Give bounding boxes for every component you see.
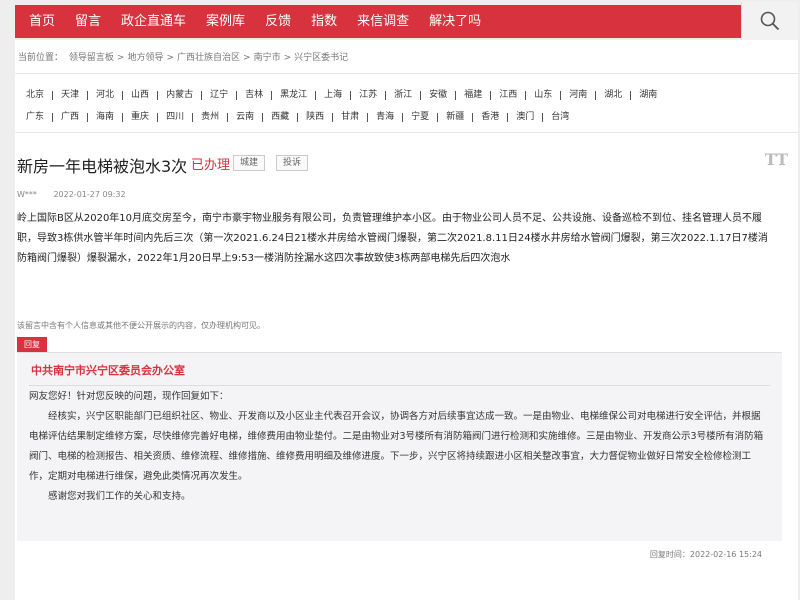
breadcrumb-separator: > xyxy=(243,53,251,63)
category-tag[interactable]: 城建 xyxy=(233,155,266,171)
nav-item[interactable]: 解决了吗 xyxy=(419,5,491,38)
content-card: 当前位置： 领导留言板 > 地方领导 > 广西壮族自治区 > 南宁市 > 兴宁区委书记 北京 天津… xyxy=(15,40,798,600)
region-link[interactable]: 天津 xyxy=(53,90,89,100)
type-tag[interactable]: 投诉 xyxy=(276,155,309,171)
nav-item[interactable]: 政企直通车 xyxy=(111,5,196,38)
reply-content: 网友您好！针对您反映的问题，现作回复如下： 经核实，兴宁区职能部门已组织社区、物… xyxy=(29,387,767,507)
region-link[interactable]: 浙江 xyxy=(386,90,422,100)
message-title: 新房一年电梯被泡水3次 xyxy=(17,157,188,176)
search-icon xyxy=(760,11,780,31)
region-link[interactable]: 香港 xyxy=(473,112,509,122)
reply-paragraph: 经核实，兴宁区职能部门已组织社区、物业、开发商以及小区业主代表召开会议，协调各方… xyxy=(29,411,764,482)
message-body: 岭上国际B区从2020年10月底交房至今，南宁市豪宇物业服务有限公司，负责管理维… xyxy=(17,213,768,264)
region-link[interactable]: 澳门 xyxy=(508,112,544,122)
region-link[interactable]: 云南 xyxy=(228,112,264,122)
nav-item[interactable]: 首页 xyxy=(19,5,65,38)
region-link[interactable]: 青海 xyxy=(368,112,404,122)
message-date: 2022-01-27 09:32 xyxy=(53,190,126,199)
nav-item[interactable]: 留言 xyxy=(65,5,111,38)
breadcrumb-link[interactable]: 兴宁区委书记 xyxy=(294,53,348,63)
region-link[interactable]: 河南 xyxy=(561,90,597,100)
region-link[interactable]: 宁夏 xyxy=(403,112,439,122)
reply-tag: 回复 xyxy=(17,337,47,352)
nav-items: 首页 留言 政企直通车 案例库 反馈 指数 来信调查 解决了吗 xyxy=(15,5,798,38)
region-link[interactable]: 台湾 xyxy=(543,112,577,122)
nav-item[interactable]: 来信调查 xyxy=(347,5,419,38)
divider xyxy=(15,132,798,133)
page: 首页 留言 政企直通车 案例库 反馈 指数 来信调查 解决了吗 当前位置： 领导留言板 > 地方领… xyxy=(0,0,800,600)
breadcrumb-separator: > xyxy=(283,53,292,63)
nav-item[interactable]: 指数 xyxy=(301,5,347,38)
nav-item[interactable]: 反馈 xyxy=(255,5,301,38)
region-link[interactable]: 海南 xyxy=(88,112,124,122)
breadcrumb-separator: > xyxy=(166,53,175,63)
region-link[interactable]: 贵州 xyxy=(193,112,229,122)
breadcrumb-link[interactable]: 广西壮族自治区 xyxy=(177,53,240,63)
breadcrumb-link[interactable]: 领导留言板 xyxy=(69,53,114,63)
top-nav-bar: 首页 留言 政企直通车 案例库 反馈 指数 来信调查 解决了吗 xyxy=(15,2,798,40)
search-button[interactable] xyxy=(741,2,798,40)
region-link[interactable]: 江苏 xyxy=(351,90,387,100)
breadcrumb-label: 当前位置： xyxy=(18,53,64,63)
region-link[interactable]: 黑龙江 xyxy=(272,90,317,100)
region-link[interactable]: 山西 xyxy=(123,90,159,100)
nav-item[interactable]: 案例库 xyxy=(196,5,255,38)
breadcrumb-link[interactable]: 南宁市 xyxy=(254,53,281,63)
region-link[interactable]: 广西 xyxy=(53,112,89,122)
breadcrumb: 当前位置： 领导留言板 > 地方领导 > 广西壮族自治区 > 南宁市 > 兴宁区委书记 xyxy=(18,50,351,63)
reply-thanks: 感谢您对我们工作的关心和支持。 xyxy=(48,491,191,502)
region-link[interactable]: 上海 xyxy=(316,90,352,100)
region-link[interactable]: 北京 xyxy=(19,90,54,100)
region-link[interactable]: 湖南 xyxy=(631,90,665,100)
region-link[interactable]: 西藏 xyxy=(263,112,299,122)
font-size-toggle-icon[interactable]: TT xyxy=(765,150,788,169)
region-link[interactable]: 江西 xyxy=(491,90,527,100)
region-link[interactable]: 吉林 xyxy=(237,90,273,100)
status-badge: 已办理 xyxy=(191,158,231,173)
reply-greeting: 网友您好！针对您反映的问题，现作回复如下： xyxy=(29,391,229,402)
region-link[interactable]: 陕西 xyxy=(298,112,334,122)
region-link[interactable]: 山东 xyxy=(526,90,562,100)
region-link[interactable]: 辽宁 xyxy=(202,90,238,100)
divider xyxy=(15,73,798,74)
region-link[interactable]: 重庆 xyxy=(123,112,159,122)
reply-box: 中共南宁市兴宁区委员会办公室 网友您好！针对您反映的问题，现作回复如下： 经核实… xyxy=(17,352,782,559)
region-link[interactable]: 新疆 xyxy=(438,112,474,122)
reply-organization: 中共南宁市兴宁区委员会办公室 xyxy=(31,364,185,377)
region-row: 广东 广西 海南 重庆 四川 贵州 云南 西藏 陕西 甘肃 青海 宁夏 新疆 香港 澳门 台湾 xyxy=(19,106,789,128)
region-link[interactable]: 河北 xyxy=(88,90,124,100)
breadcrumb-link[interactable]: 地方领导 xyxy=(127,53,163,63)
region-link[interactable]: 四川 xyxy=(158,112,194,122)
region-row: 北京 天津 河北 山西 内蒙古 辽宁 吉林 黑龙江 上海 江苏 浙江 安徽 福建 江西 山东 河南 湖北 湖南 xyxy=(19,84,789,106)
divider xyxy=(29,385,770,386)
region-link[interactable]: 湖北 xyxy=(596,90,632,100)
region-link[interactable]: 安徽 xyxy=(421,90,457,100)
region-list: 北京 天津 河北 山西 内蒙古 辽宁 吉林 黑龙江 上海 江苏 浙江 安徽 福建 江西 山东 河南 湖北 湖南 广东… xyxy=(19,84,789,128)
region-link[interactable]: 内蒙古 xyxy=(158,90,203,100)
region-link[interactable]: 广东 xyxy=(19,112,54,122)
breadcrumb-separator: > xyxy=(116,53,125,63)
reply-time: 回复时间：2022-02-16 15:24 xyxy=(649,550,762,559)
author: W*** xyxy=(17,190,37,199)
region-link[interactable]: 福建 xyxy=(456,90,492,100)
region-link[interactable]: 甘肃 xyxy=(333,112,369,122)
message-meta: W*** 2022-01-27 09:32 xyxy=(17,190,140,199)
privacy-disclaimer: 该留言中含有个人信息或其他不便公开展示的内容，仅办理机构可见。 xyxy=(17,321,265,330)
